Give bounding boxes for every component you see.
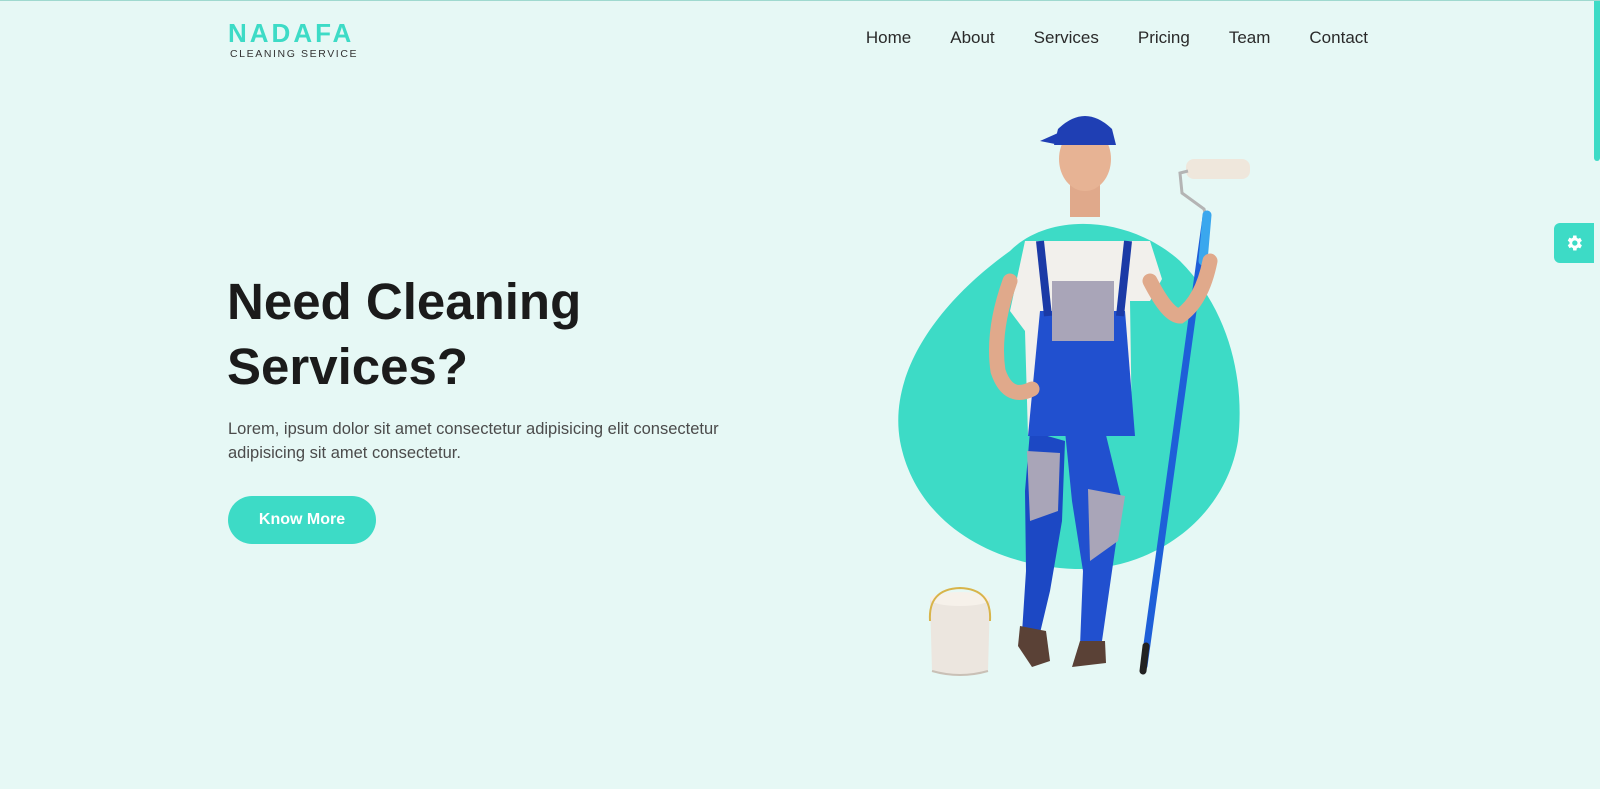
main-nav: Home About Services Pricing Team Contact [866, 27, 1368, 49]
scrollbar-thumb[interactable] [1594, 1, 1600, 161]
nav-item-team[interactable]: Team [1229, 27, 1271, 49]
nav-item-contact[interactable]: Contact [1309, 27, 1368, 49]
settings-button[interactable] [1554, 223, 1594, 263]
nav-item-home[interactable]: Home [866, 27, 911, 49]
logo-tagline: CLEANING SERVICE [230, 48, 359, 60]
nav-item-pricing[interactable]: Pricing [1138, 27, 1190, 49]
hero-description: Lorem, ipsum dolor sit amet consectetur … [228, 420, 719, 462]
nav-item-about[interactable]: About [950, 27, 994, 49]
hero-title-line1: Need Cleaning [227, 273, 582, 330]
page: NADAFA CLEANING SERVICE Home About Servi… [0, 0, 1600, 789]
know-more-button[interactable]: Know More [228, 496, 376, 544]
hero-title-line2: Services? [227, 338, 469, 395]
logo-name: NADAFA [228, 18, 355, 48]
hero-title: Need Cleaning Services? [227, 269, 787, 399]
paint-bucket [928, 586, 992, 676]
nav-item-services[interactable]: Services [1034, 27, 1099, 49]
logo[interactable]: NADAFA CLEANING SERVICE [228, 19, 358, 60]
gear-icon [1567, 235, 1582, 251]
hero-illustration [898, 116, 1250, 676]
